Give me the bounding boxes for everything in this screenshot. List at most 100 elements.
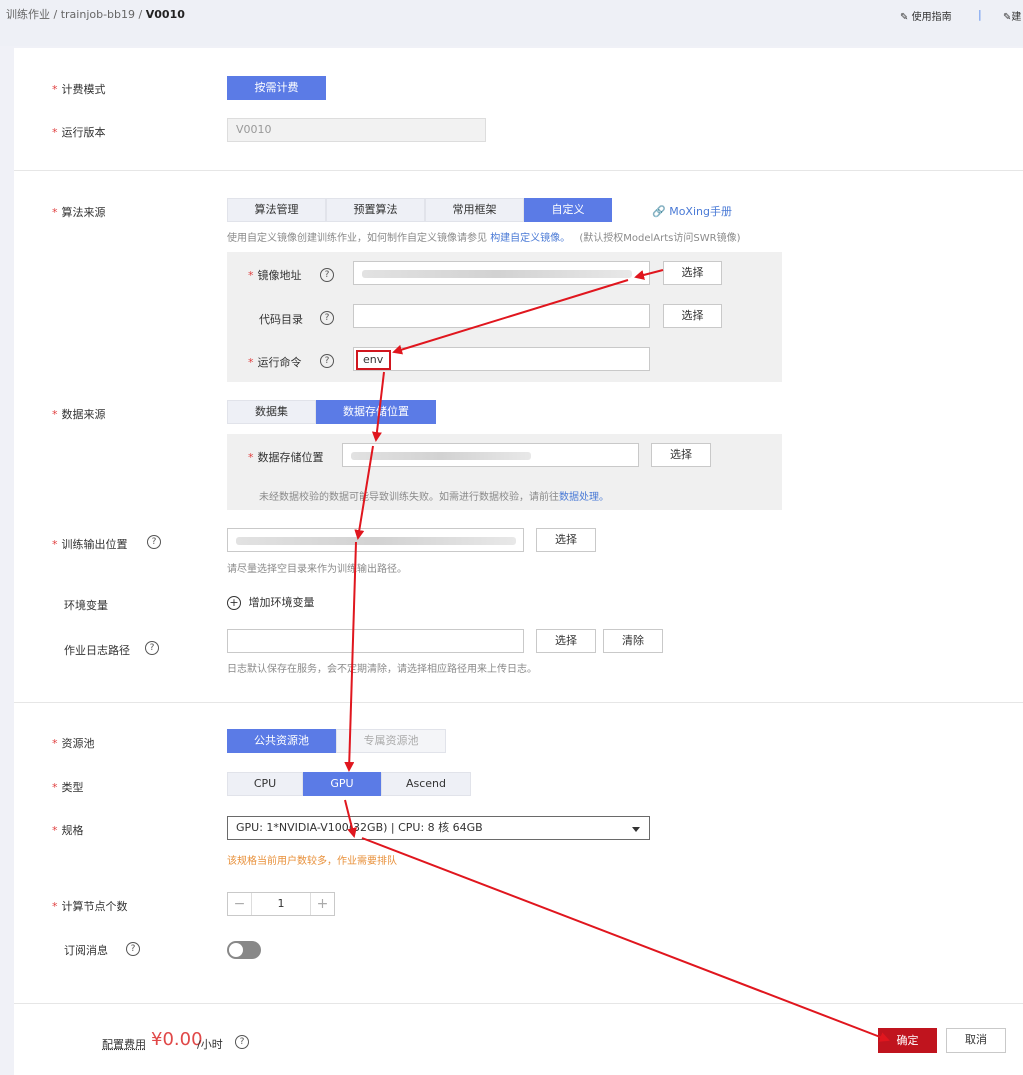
type-gpu-tab[interactable]: GPU <box>303 772 381 796</box>
log-path-input[interactable] <box>227 629 524 653</box>
header-separator: | <box>978 8 982 21</box>
add-env-button[interactable]: + 增加环境变量 <box>227 594 315 610</box>
cost-label: 配置费用 <box>102 1038 146 1051</box>
required-marker: * <box>52 824 58 837</box>
plus-circle-icon: + <box>227 596 241 610</box>
required-marker: * <box>52 408 58 421</box>
tab-preset-algorithm[interactable]: 预置算法 <box>326 198 425 222</box>
spec-value: GPU: 1*NVIDIA-V100(32GB) | CPU: 8 核 64GB <box>236 821 483 834</box>
nodes-stepper[interactable]: − 1 + <box>227 892 335 916</box>
storage-path-input[interactable] <box>342 443 639 467</box>
redacted-text <box>236 537 516 545</box>
algorithm-hint-text: 使用自定义镜像创建训练作业，如何制作自定义镜像请参见 <box>227 233 487 244</box>
help-icon[interactable]: ? <box>126 942 140 956</box>
version-label-text: 运行版本 <box>61 126 106 139</box>
storage-label-text: 数据存储位置 <box>257 451 324 464</box>
confirm-button[interactable]: 确定 <box>878 1028 937 1053</box>
algorithm-label: * 算法来源 <box>52 204 106 220</box>
breadcrumb-separator: / <box>53 8 58 21</box>
header-second-link[interactable]: ✎建 <box>1003 8 1021 23</box>
storage-select-button[interactable]: 选择 <box>651 443 711 467</box>
subscribe-toggle[interactable] <box>227 941 261 959</box>
required-marker: * <box>52 206 58 219</box>
command-label: * 运行命令 <box>248 354 302 370</box>
data-hint-text: 未经数据校验的数据可能导致训练失败。如需进行数据校验，请前往 <box>259 492 559 503</box>
pool-label-text: 资源池 <box>61 737 95 750</box>
breadcrumb-item-job[interactable]: trainjob-bb19 <box>61 8 135 21</box>
guide-label: 使用指南 <box>911 12 952 23</box>
output-path-input[interactable] <box>227 528 524 552</box>
command-label-text: 运行命令 <box>257 356 302 369</box>
command-value: env <box>363 353 384 366</box>
version-label: * 运行版本 <box>52 124 106 140</box>
breadcrumb-item-trainjobs[interactable]: 训练作业 <box>6 8 50 21</box>
caret-down-icon <box>632 827 640 832</box>
type-cpu-tab[interactable]: CPU <box>227 772 303 796</box>
data-process-link[interactable]: 数据处理。 <box>559 492 609 503</box>
guide-link[interactable]: ✎ 使用指南 <box>900 8 952 23</box>
billing-label-text: 计费模式 <box>61 83 106 96</box>
nodes-label: * 计算节点个数 <box>52 898 128 914</box>
data-source-label: * 数据来源 <box>52 406 106 422</box>
header-second-label: 建 <box>1011 12 1022 23</box>
breadcrumb: 训练作业 / trainjob-bb19 / V0010 <box>6 6 185 22</box>
spec-label-text: 规格 <box>61 824 84 837</box>
tab-algorithm-management[interactable]: 算法管理 <box>227 198 326 222</box>
tab-custom[interactable]: 自定义 <box>524 198 612 222</box>
required-marker: * <box>248 356 254 369</box>
redacted-text <box>351 452 531 460</box>
required-marker: * <box>52 781 58 794</box>
required-marker: * <box>52 737 58 750</box>
help-icon[interactable]: ? <box>320 354 334 368</box>
nodes-label-text: 计算节点个数 <box>61 900 128 913</box>
image-label-text: 镜像地址 <box>257 269 302 282</box>
subscribe-label: 订阅消息 <box>64 944 108 957</box>
help-icon[interactable]: ? <box>145 641 159 655</box>
log-clear-button[interactable]: 清除 <box>603 629 663 653</box>
log-label: 作业日志路径 <box>64 644 130 657</box>
storage-label: * 数据存储位置 <box>248 449 324 465</box>
env-label: 环境变量 <box>64 599 108 612</box>
plus-button[interactable]: + <box>310 893 334 915</box>
tab-common-framework[interactable]: 常用框架 <box>425 198 524 222</box>
dedicated-pool-tab[interactable]: 专属资源池 <box>336 729 446 753</box>
cancel-button[interactable]: 取消 <box>946 1028 1006 1053</box>
image-select-button[interactable]: 选择 <box>663 261 722 285</box>
output-label-text: 训练输出位置 <box>61 538 128 551</box>
type-label-text: 类型 <box>61 781 84 794</box>
swr-hint-text: (默认授权ModelArts访问SWR镜像) <box>579 233 741 244</box>
required-marker: * <box>248 451 254 464</box>
custom-image-link[interactable]: 构建自定义镜像。 <box>490 233 570 244</box>
billing-mode-button[interactable]: 按需计费 <box>227 76 326 100</box>
output-select-button[interactable]: 选择 <box>536 528 596 552</box>
public-pool-tab[interactable]: 公共资源池 <box>227 729 336 753</box>
algorithm-label-text: 算法来源 <box>61 206 106 219</box>
required-marker: * <box>248 269 254 282</box>
tab-data-storage[interactable]: 数据存储位置 <box>316 400 436 424</box>
price-value: ¥0.00 <box>151 1029 203 1050</box>
data-source-label-text: 数据来源 <box>61 408 106 421</box>
log-hint: 日志默认保存在服务，会不定期清除，请选择相应路径用来上传日志。 <box>227 664 537 675</box>
minus-button[interactable]: − <box>228 893 252 915</box>
divider <box>14 170 1023 171</box>
help-icon[interactable]: ? <box>235 1035 249 1049</box>
tab-dataset[interactable]: 数据集 <box>227 400 316 424</box>
type-ascend-tab[interactable]: Ascend <box>381 772 471 796</box>
image-path-input[interactable] <box>353 261 650 285</box>
help-icon[interactable]: ? <box>147 535 161 549</box>
help-icon[interactable]: ? <box>320 268 334 282</box>
required-marker: * <box>52 538 58 551</box>
command-input[interactable] <box>353 347 650 371</box>
help-icon[interactable]: ? <box>320 311 334 325</box>
log-select-button[interactable]: 选择 <box>536 629 596 653</box>
nodes-value[interactable]: 1 <box>252 893 310 915</box>
link-icon: 🔗 <box>652 205 666 218</box>
code-select-button[interactable]: 选择 <box>663 304 722 328</box>
spec-select[interactable]: GPU: 1*NVIDIA-V100(32GB) | CPU: 8 核 64GB <box>227 816 650 840</box>
moxing-link[interactable]: 🔗 MoXing手册 <box>652 203 732 219</box>
edit-icon: ✎ <box>900 12 909 23</box>
algorithm-hint: 使用自定义镜像创建训练作业，如何制作自定义镜像请参见 构建自定义镜像。 (默认授… <box>227 229 740 244</box>
code-dir-input[interactable] <box>353 304 650 328</box>
type-label: * 类型 <box>52 779 84 795</box>
add-env-label: 增加环境变量 <box>248 596 315 609</box>
